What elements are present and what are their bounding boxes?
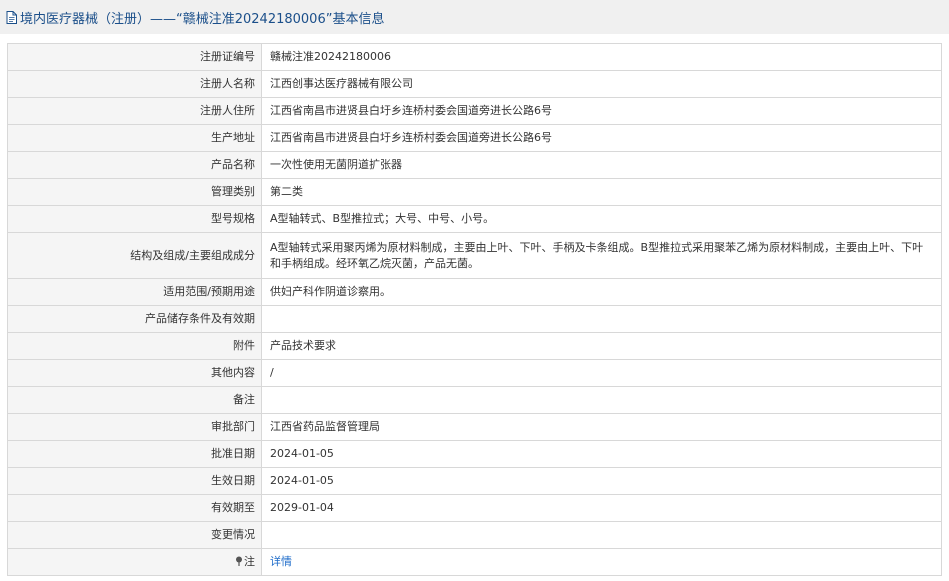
row-label-management-category: 管理类别 [7,178,262,206]
row-label-registrant-name: 注册人名称 [7,70,262,98]
table-row: 批准日期 2024-01-05 [7,440,942,468]
page-title: 境内医疗器械（注册）——“赣械注准20242180006”基本信息 [20,11,385,27]
row-value-remarks [261,386,942,414]
row-value-note: 详情 [261,548,942,576]
table-row: 有效期至 2029-01-04 [7,494,942,522]
table-row: 注册人住所 江西省南昌市进贤县白圩乡连桥村委会国道旁进长公路6号 [7,97,942,125]
table-row: 管理类别 第二类 [7,178,942,206]
table-row: 审批部门 江西省药品监督管理局 [7,413,942,441]
row-value-structure: A型轴转式采用聚丙烯为原材料制成，主要由上叶、下叶、手柄及卡条组成。B型推拉式采… [261,232,942,279]
table-row: 注册人名称 江西创事达医疗器械有限公司 [7,70,942,98]
row-label-other: 其他内容 [7,359,262,387]
row-label-structure: 结构及组成/主要组成成分 [7,232,262,279]
row-value-attachment: 产品技术要求 [261,332,942,360]
table-row: 结构及组成/主要组成成分 A型轴转式采用聚丙烯为原材料制成，主要由上叶、下叶、手… [7,232,942,279]
page-header: 境内医疗器械（注册）——“赣械注准20242180006”基本信息 [0,0,949,34]
details-link[interactable]: 详情 [270,555,292,568]
row-label-model-spec: 型号规格 [7,205,262,233]
row-value-approval-date: 2024-01-05 [261,440,942,468]
document-icon [6,10,17,24]
row-value-registration-number: 赣械注准20242180006 [261,43,942,71]
row-label-scope: 适用范围/预期用途 [7,278,262,306]
row-label-registrant-address: 注册人住所 [7,97,262,125]
row-label-approval-date: 批准日期 [7,440,262,468]
pin-icon [235,556,243,566]
row-value-other: / [261,359,942,387]
row-label-valid-until: 有效期至 [7,494,262,522]
row-label-effective-date: 生效日期 [7,467,262,495]
row-value-registrant-address: 江西省南昌市进贤县白圩乡连桥村委会国道旁进长公路6号 [261,97,942,125]
table-row: 附件 产品技术要求 [7,332,942,360]
note-label: 注 [244,555,255,568]
row-label-attachment: 附件 [7,332,262,360]
table-row: 备注 [7,386,942,414]
table-row: 其他内容 / [7,359,942,387]
table-row: 适用范围/预期用途 供妇产科作阴道诊察用。 [7,278,942,306]
row-value-effective-date: 2024-01-05 [261,467,942,495]
row-value-approval-dept: 江西省药品监督管理局 [261,413,942,441]
row-value-management-category: 第二类 [261,178,942,206]
table-row: 生产地址 江西省南昌市进贤县白圩乡连桥村委会国道旁进长公路6号 [7,124,942,152]
row-value-production-address: 江西省南昌市进贤县白圩乡连桥村委会国道旁进长公路6号 [261,124,942,152]
row-value-valid-until: 2029-01-04 [261,494,942,522]
row-label-production-address: 生产地址 [7,124,262,152]
row-value-storage [261,305,942,333]
row-label-approval-dept: 审批部门 [7,413,262,441]
table-row: 生效日期 2024-01-05 [7,467,942,495]
row-value-model-spec: A型轴转式、B型推拉式；大号、中号、小号。 [261,205,942,233]
row-value-registrant-name: 江西创事达医疗器械有限公司 [261,70,942,98]
row-label-remarks: 备注 [7,386,262,414]
row-label-registration-number: 注册证编号 [7,43,262,71]
row-label-storage: 产品储存条件及有效期 [7,305,262,333]
row-value-product-name: 一次性使用无菌阴道扩张器 [261,151,942,179]
row-label-note: 注 [7,548,262,576]
row-value-changes [261,521,942,549]
table-row: 注 详情 [7,548,942,576]
row-value-scope: 供妇产科作阴道诊察用。 [261,278,942,306]
table-row: 产品名称 一次性使用无菌阴道扩张器 [7,151,942,179]
row-label-changes: 变更情况 [7,521,262,549]
row-label-product-name: 产品名称 [7,151,262,179]
info-table-container: 注册证编号 赣械注准20242180006 注册人名称 江西创事达医疗器械有限公… [7,43,942,576]
info-table: 注册证编号 赣械注准20242180006 注册人名称 江西创事达医疗器械有限公… [7,43,942,576]
table-row: 注册证编号 赣械注准20242180006 [7,43,942,71]
table-row: 变更情况 [7,521,942,549]
table-row: 型号规格 A型轴转式、B型推拉式；大号、中号、小号。 [7,205,942,233]
table-row: 产品储存条件及有效期 [7,305,942,333]
